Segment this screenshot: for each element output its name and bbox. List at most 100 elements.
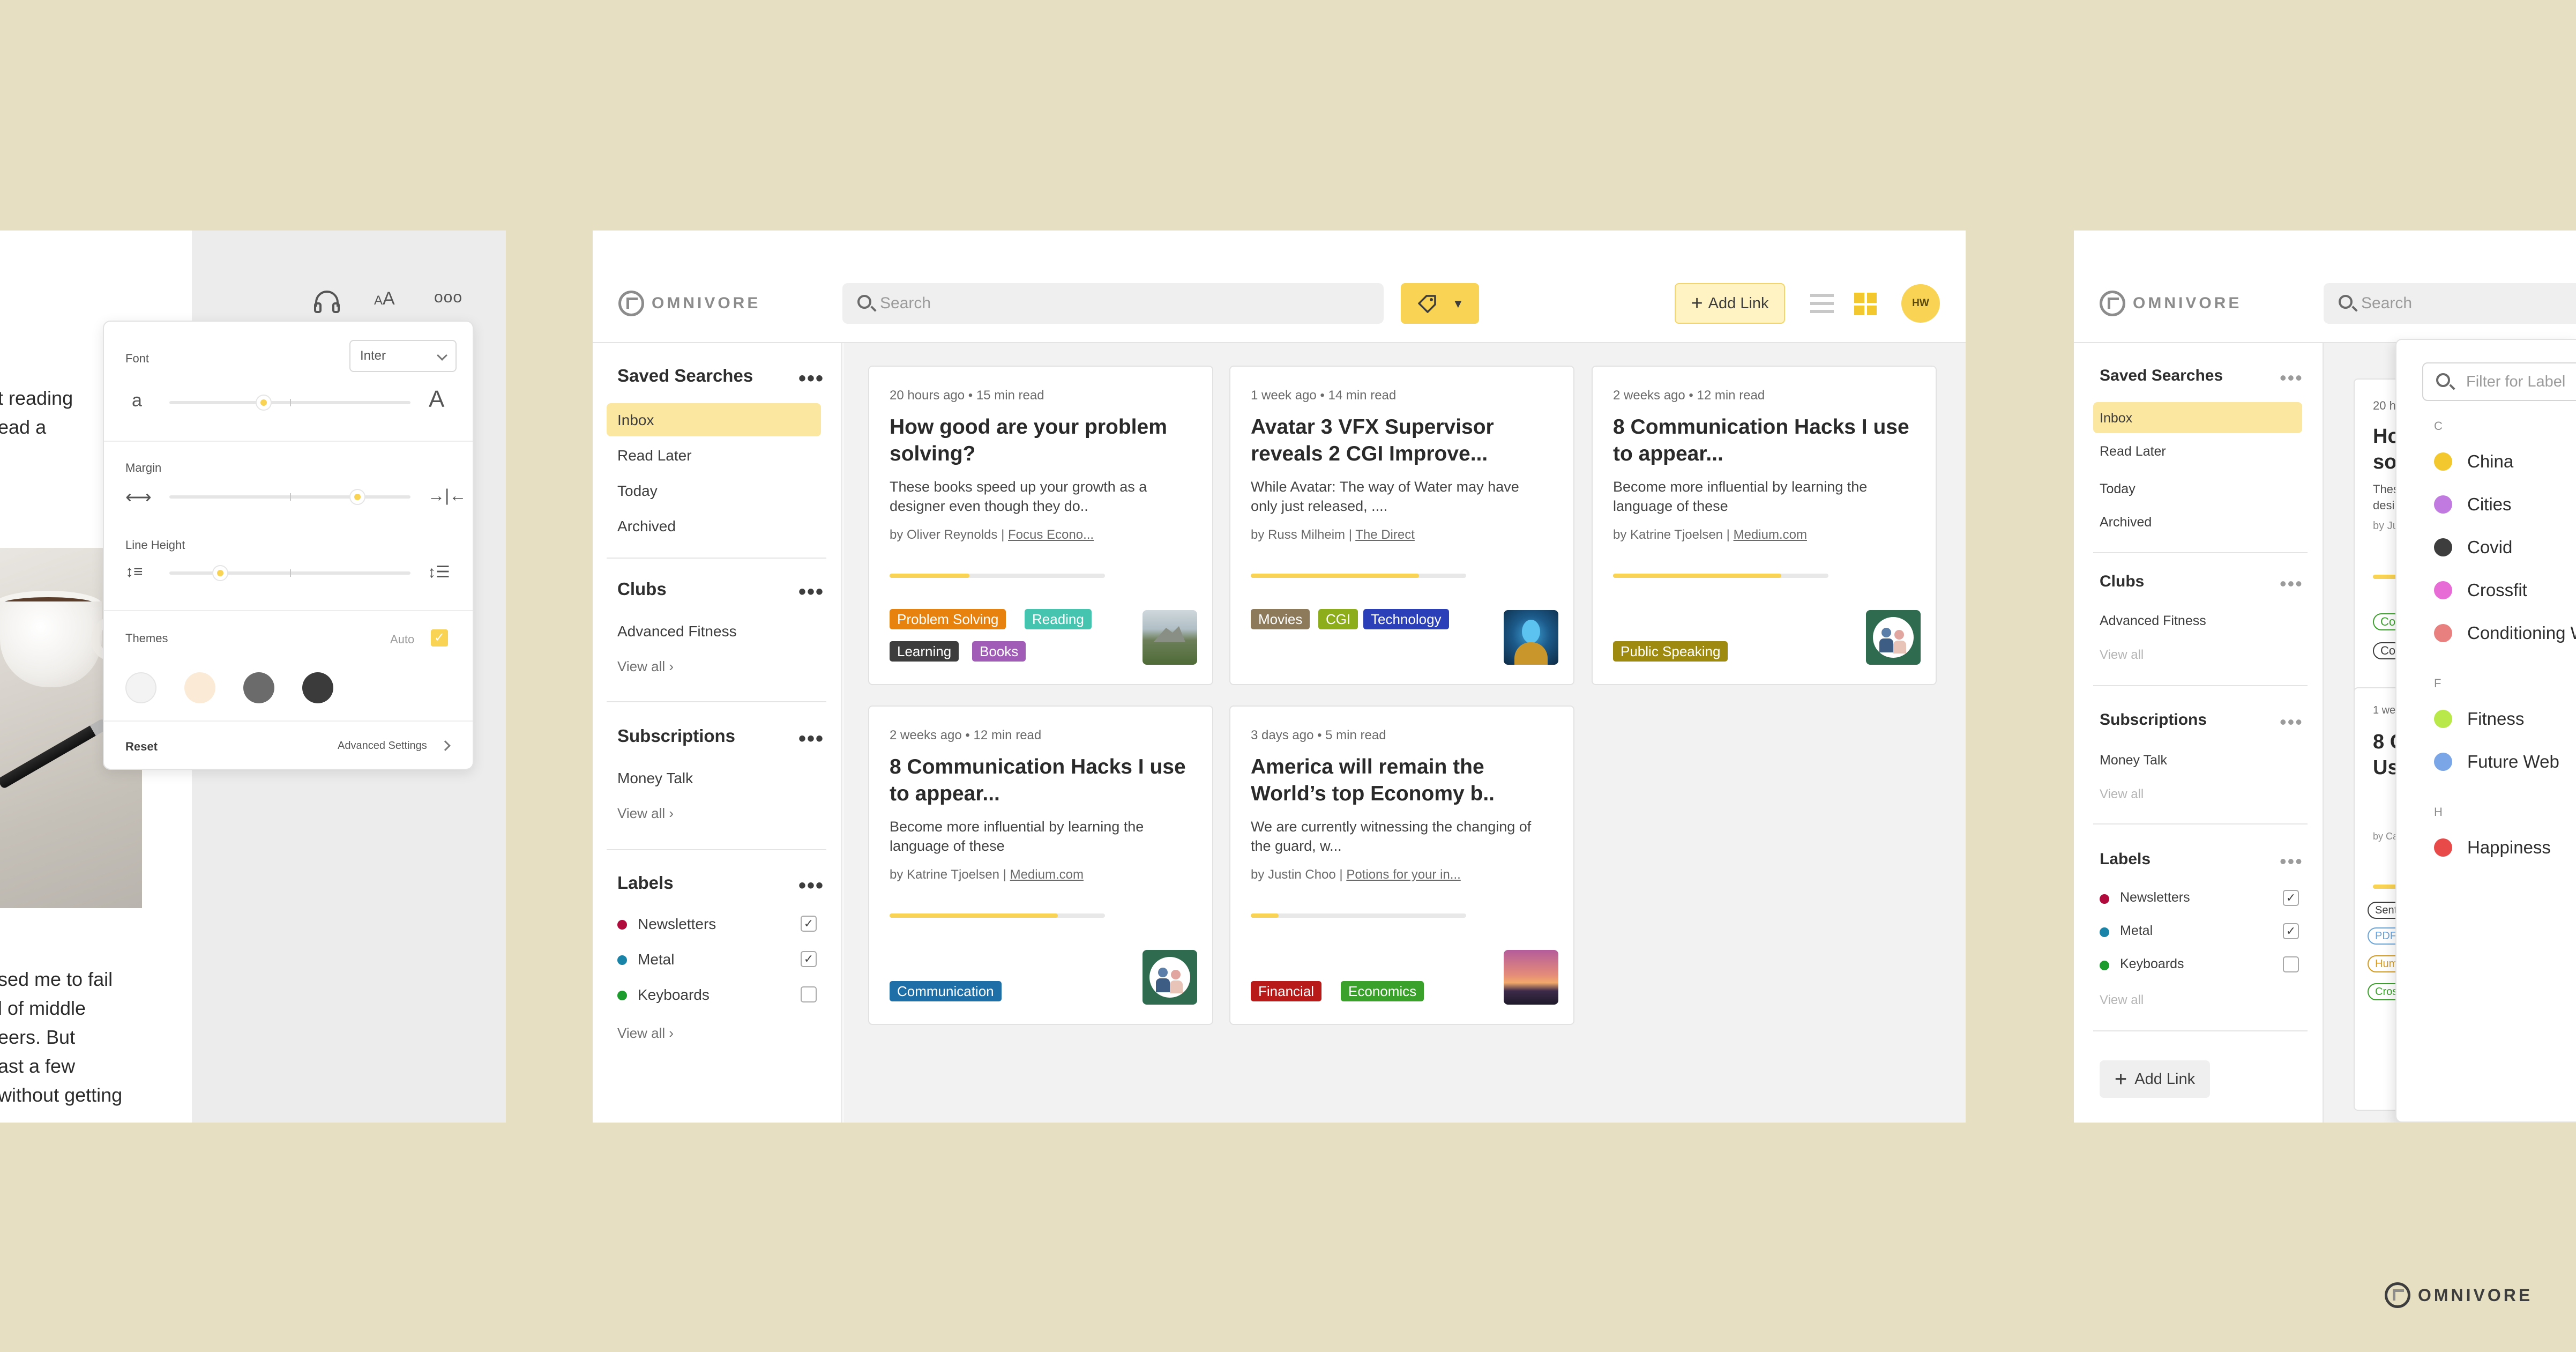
avatar[interactable]: HW — [1901, 284, 1940, 323]
advanced-settings-link[interactable]: Advanced Settings — [338, 740, 427, 752]
sidebar-item-inbox[interactable]: Inbox — [617, 412, 654, 429]
subscriptions-more-icon[interactable]: ••• — [798, 728, 824, 749]
headphones-icon[interactable] — [313, 288, 341, 314]
labels-more-icon[interactable]: ••• — [2280, 852, 2303, 871]
label-chip[interactable]: Communication — [890, 981, 1002, 1001]
clubs-view-all-link[interactable]: View all — [2100, 648, 2144, 663]
sidebar-item-today[interactable]: Today — [2100, 481, 2136, 497]
label-option[interactable]: Happiness — [2434, 837, 2551, 858]
label-checkbox[interactable] — [801, 986, 817, 1002]
label-checkbox[interactable]: ✓ — [801, 951, 817, 967]
sidebar-item-money-talk[interactable]: Money Talk — [617, 770, 693, 787]
sidebar-label-newsletters[interactable]: Newsletters — [638, 916, 716, 933]
sidebar-item-advanced-fitness[interactable]: Advanced Fitness — [2100, 613, 2206, 629]
theme-swatch[interactable] — [125, 672, 156, 703]
label-option[interactable]: Cities — [2434, 494, 2512, 515]
label-filter-button[interactable]: ▼ — [1401, 283, 1479, 324]
theme-swatch[interactable] — [243, 672, 274, 703]
saved-searches-more-icon[interactable]: ••• — [2280, 368, 2303, 388]
add-link-button[interactable]: + Add Link — [1675, 283, 1785, 324]
more-icon[interactable]: ooo — [434, 288, 462, 307]
label-chip[interactable]: CGI — [1318, 609, 1358, 629]
search-input[interactable]: Search — [842, 283, 1384, 324]
label-option[interactable]: China — [2434, 451, 2513, 472]
card-title[interactable]: America will remain the World’s top Econ… — [1251, 754, 1551, 807]
article-card[interactable]: 2 weeks ago • 12 min read 8 Communication… — [1592, 366, 1937, 685]
sidebar-label-keyboards[interactable]: Keyboards — [638, 986, 710, 1004]
subscriptions-view-all-link[interactable]: View all › — [617, 805, 674, 822]
card-source-link[interactable]: The Direct — [1355, 528, 1415, 542]
label-chip[interactable]: Public Speaking — [1613, 641, 1728, 662]
label-checkbox[interactable]: ✓ — [2283, 923, 2299, 939]
sidebar-item-inbox[interactable]: Inbox — [2100, 411, 2132, 426]
label-option[interactable]: Fitness — [2434, 709, 2524, 729]
auto-checkbox[interactable]: ✓ — [431, 629, 448, 647]
line-height-slider[interactable] — [169, 565, 410, 581]
label-chip[interactable]: Problem Solving — [890, 609, 1006, 629]
labels-more-icon[interactable]: ••• — [798, 875, 824, 896]
sidebar-item-money-talk[interactable]: Money Talk — [2100, 753, 2167, 768]
font-size-slider[interactable] — [169, 395, 410, 411]
theme-swatch[interactable] — [302, 672, 333, 703]
label-chip[interactable]: Learning — [890, 641, 959, 662]
label-checkbox[interactable] — [2283, 956, 2299, 972]
label-chip[interactable]: Economics — [1341, 981, 1424, 1001]
omnivore-logo[interactable]: OMNIVORE — [618, 291, 760, 316]
slider-knob[interactable] — [212, 565, 228, 581]
label-option[interactable]: Crossfit — [2434, 580, 2527, 600]
article-card[interactable]: 2 weeks ago • 12 min read 8 Communication… — [868, 705, 1213, 1025]
card-source-link[interactable]: Focus Econo... — [1008, 528, 1094, 542]
subscriptions-more-icon[interactable]: ••• — [2280, 712, 2303, 732]
filter-label-input[interactable]: Filter for Label — [2422, 362, 2576, 401]
sidebar-label-metal[interactable]: Metal — [2120, 923, 2153, 939]
theme-swatch[interactable] — [184, 672, 215, 703]
label-checkbox[interactable]: ✓ — [801, 916, 817, 932]
sidebar-item-archived[interactable]: Archived — [617, 518, 676, 535]
label-option[interactable]: Covid — [2434, 537, 2512, 558]
sidebar-item-advanced-fitness[interactable]: Advanced Fitness — [617, 623, 737, 640]
margin-slider[interactable] — [169, 489, 410, 505]
label-chip[interactable]: Financial — [1251, 981, 1322, 1001]
font-select[interactable]: Inter — [349, 340, 457, 372]
card-source-link[interactable]: Potions for your in... — [1346, 867, 1460, 882]
search-input[interactable]: Search — [2324, 283, 2576, 324]
card-source-link[interactable]: Medium.com — [1010, 867, 1084, 882]
omnivore-logo[interactable]: OMNIVORE — [2100, 291, 2242, 316]
grid-view-icon[interactable] — [1854, 293, 1877, 315]
article-card[interactable]: 20 hours ago • 15 min read How good are y… — [868, 366, 1213, 685]
label-chip[interactable]: Movies — [1251, 609, 1310, 629]
card-title[interactable]: 8 Communication Hacks I use to appear... — [1613, 414, 1913, 467]
label-option[interactable]: Conditioning W — [2434, 623, 2576, 643]
labels-view-all-link[interactable]: View all › — [617, 1025, 674, 1042]
clubs-view-all-link[interactable]: View all › — [617, 658, 674, 675]
labels-view-all-link[interactable]: View all — [2100, 993, 2144, 1008]
sidebar-item-today[interactable]: Today — [617, 482, 658, 500]
slider-knob[interactable] — [349, 489, 365, 505]
sidebar-item-read-later[interactable]: Read Later — [2100, 444, 2166, 459]
article-card[interactable]: 1 week ago • 14 min read Avatar 3 VFX Sup… — [1229, 366, 1574, 685]
sidebar-item-archived[interactable]: Archived — [2100, 515, 2152, 530]
label-chip[interactable]: Technology — [1363, 609, 1449, 629]
card-source-link[interactable]: Medium.com — [1734, 528, 1807, 542]
sidebar-label-metal[interactable]: Metal — [638, 951, 674, 968]
slider-knob[interactable] — [255, 395, 272, 411]
sidebar-label-newsletters[interactable]: Newsletters — [2120, 890, 2190, 905]
subscriptions-view-all-link[interactable]: View all — [2100, 787, 2144, 802]
list-view-icon[interactable] — [1810, 294, 1834, 314]
label-chip[interactable]: Reading — [1025, 609, 1092, 629]
clubs-more-icon[interactable]: ••• — [2280, 574, 2303, 593]
reset-button[interactable]: Reset — [125, 740, 158, 754]
sidebar-item-read-later[interactable]: Read Later — [617, 447, 692, 464]
label-option[interactable]: Future Web — [2434, 752, 2559, 772]
card-title[interactable]: Avatar 3 VFX Supervisor reveals 2 CGI Im… — [1251, 414, 1551, 467]
label-chip[interactable]: Books — [972, 641, 1026, 662]
article-card[interactable]: 3 days ago • 5 min read America will rema… — [1229, 705, 1574, 1025]
card-title[interactable]: How good are your problem solving? — [890, 414, 1190, 467]
clubs-more-icon[interactable]: ••• — [798, 581, 824, 603]
text-size-icon[interactable]: AA — [374, 288, 395, 309]
add-link-button[interactable]: + Add Link — [2100, 1060, 2210, 1098]
saved-searches-more-icon[interactable]: ••• — [798, 368, 824, 389]
card-title[interactable]: 8 Communication Hacks I use to appear... — [890, 754, 1190, 807]
label-checkbox[interactable]: ✓ — [2283, 890, 2299, 906]
sidebar-label-keyboards[interactable]: Keyboards — [2120, 956, 2184, 972]
